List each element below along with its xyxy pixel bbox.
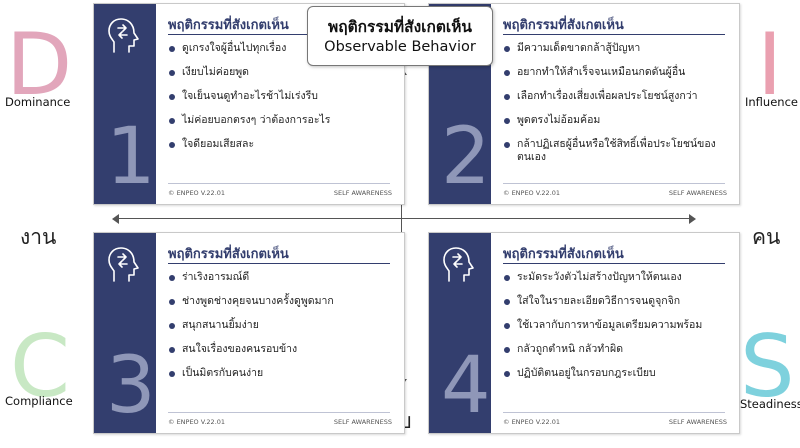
list-item: กล้าปฏิเสธผู้อื่นหรือใช้สิทธิ์เพื่อประโย…	[503, 138, 733, 164]
list-item: มีความเด็ดขาดกล้าสู้ปัญหา	[503, 42, 733, 55]
list-item: ระมัดระวังตัวไม่สร้างปัญหาให้ตนเอง	[503, 271, 733, 284]
horizontal-axis	[118, 218, 690, 219]
list-item: ใส่ใจในรายละเอียดวิธีการจนดูจุกจิก	[503, 295, 733, 308]
behavior-list: มีความเด็ดขาดกล้าสู้ปัญหา อยากทำให้สำเร็…	[503, 42, 733, 175]
title-divider	[503, 263, 725, 264]
head-profile-icon	[108, 18, 139, 53]
behavior-list: ระมัดระวังตัวไม่สร้างปัญหาให้ตนเอง ใส่ใจ…	[503, 271, 733, 391]
footer-divider	[168, 183, 390, 184]
center-title-thai: พฤติกรรมที่สังเกตเห็น	[327, 18, 473, 36]
list-item: สนใจเรื่องของคนรอบข้าง	[168, 343, 398, 356]
style-name-dominance: Dominance	[5, 95, 71, 109]
list-item: กลัวถูกตำหนิ กลัวทำผิด	[503, 343, 733, 356]
card-number: 4	[441, 341, 491, 431]
card-number: 3	[106, 341, 156, 431]
card-number: 2	[441, 112, 491, 202]
card-title: พฤติกรรมที่สังเกตเห็น	[503, 18, 624, 33]
copyright-text: © ENPEO V.22.01	[168, 189, 226, 197]
arrow-right-icon	[689, 214, 696, 224]
title-divider	[503, 34, 725, 35]
card-title: พฤติกรรมที่สังเกตเห็น	[168, 247, 289, 262]
list-item: ไม่ค่อยบอกตรงๆ ว่าต้องการอะไร	[168, 114, 398, 127]
style-name-steadiness: Steadiness	[740, 397, 800, 411]
copyright-text: © ENPEO V.22.01	[503, 418, 561, 426]
axis-label-right: คน	[752, 225, 781, 249]
list-item: ช่างพูดช่างคุยจนบางครั้งดูพูดมาก	[168, 295, 398, 308]
axis-label-left: งาน	[20, 225, 57, 249]
list-item: ใจดียอมเสียสละ	[168, 138, 398, 151]
list-item: ร่าเริงอารมณ์ดี	[168, 271, 398, 284]
center-title-english: Observable Behavior	[324, 39, 476, 55]
footer-label: SELF AWARENESS	[668, 189, 727, 197]
footer-divider	[168, 412, 390, 413]
list-item: เลือกทำเรื่องเสี่ยงเพื่อผลประโยชน์สูงกว่…	[503, 90, 733, 103]
footer-divider	[503, 412, 725, 413]
head-profile-icon	[108, 247, 139, 282]
list-item: เป็นมิตรกับคนง่าย	[168, 367, 398, 380]
list-item: ใช้เวลากับการหาข้อมูลเตรียมความพร้อม	[503, 319, 733, 332]
card-title: พฤติกรรมที่สังเกตเห็น	[503, 247, 624, 262]
footer-divider	[503, 183, 725, 184]
title-divider	[168, 263, 390, 264]
footer-label: SELF AWARENESS	[668, 418, 727, 426]
list-item: พูดตรงไม่อ้อมค้อม	[503, 114, 733, 127]
card-number: 1	[106, 112, 156, 202]
list-item: สนุกสนานยิ้มง่าย	[168, 319, 398, 332]
head-profile-icon	[443, 247, 474, 282]
behavior-card-4: 4 พฤติกรรมที่สังเกตเห็น ระมัดระวังตัวไม่…	[428, 232, 740, 434]
copyright-text: © ENPEO V.22.01	[168, 418, 226, 426]
list-item: ปฏิบัติตนอยู่ในกรอบกฎระเบียบ	[503, 367, 733, 380]
card-title: พฤติกรรมที่สังเกตเห็น	[168, 18, 289, 33]
list-item: อยากทำให้สำเร็จจนเหมือนกดดันผู้อื่น	[503, 66, 733, 79]
arrow-left-icon	[112, 214, 119, 224]
copyright-text: © ENPEO V.22.01	[503, 189, 561, 197]
style-name-influence: Influence	[745, 95, 798, 109]
footer-label: SELF AWARENESS	[333, 189, 392, 197]
behavior-list: ร่าเริงอารมณ์ดี ช่างพูดช่างคุยจนบางครั้ง…	[168, 271, 398, 391]
list-item: เงียบไม่ค่อยพูด	[168, 66, 398, 79]
list-item: ใจเย็นจนดูทำอะไรช้าไม่เร่งรีบ	[168, 90, 398, 103]
center-title-box: พฤติกรรมที่สังเกตเห็น Observable Behavio…	[307, 6, 493, 66]
style-name-compliance: Compliance	[5, 394, 73, 408]
footer-label: SELF AWARENESS	[333, 418, 392, 426]
behavior-card-3: 3 พฤติกรรมที่สังเกตเห็น ร่าเริงอารมณ์ดี …	[93, 232, 405, 434]
